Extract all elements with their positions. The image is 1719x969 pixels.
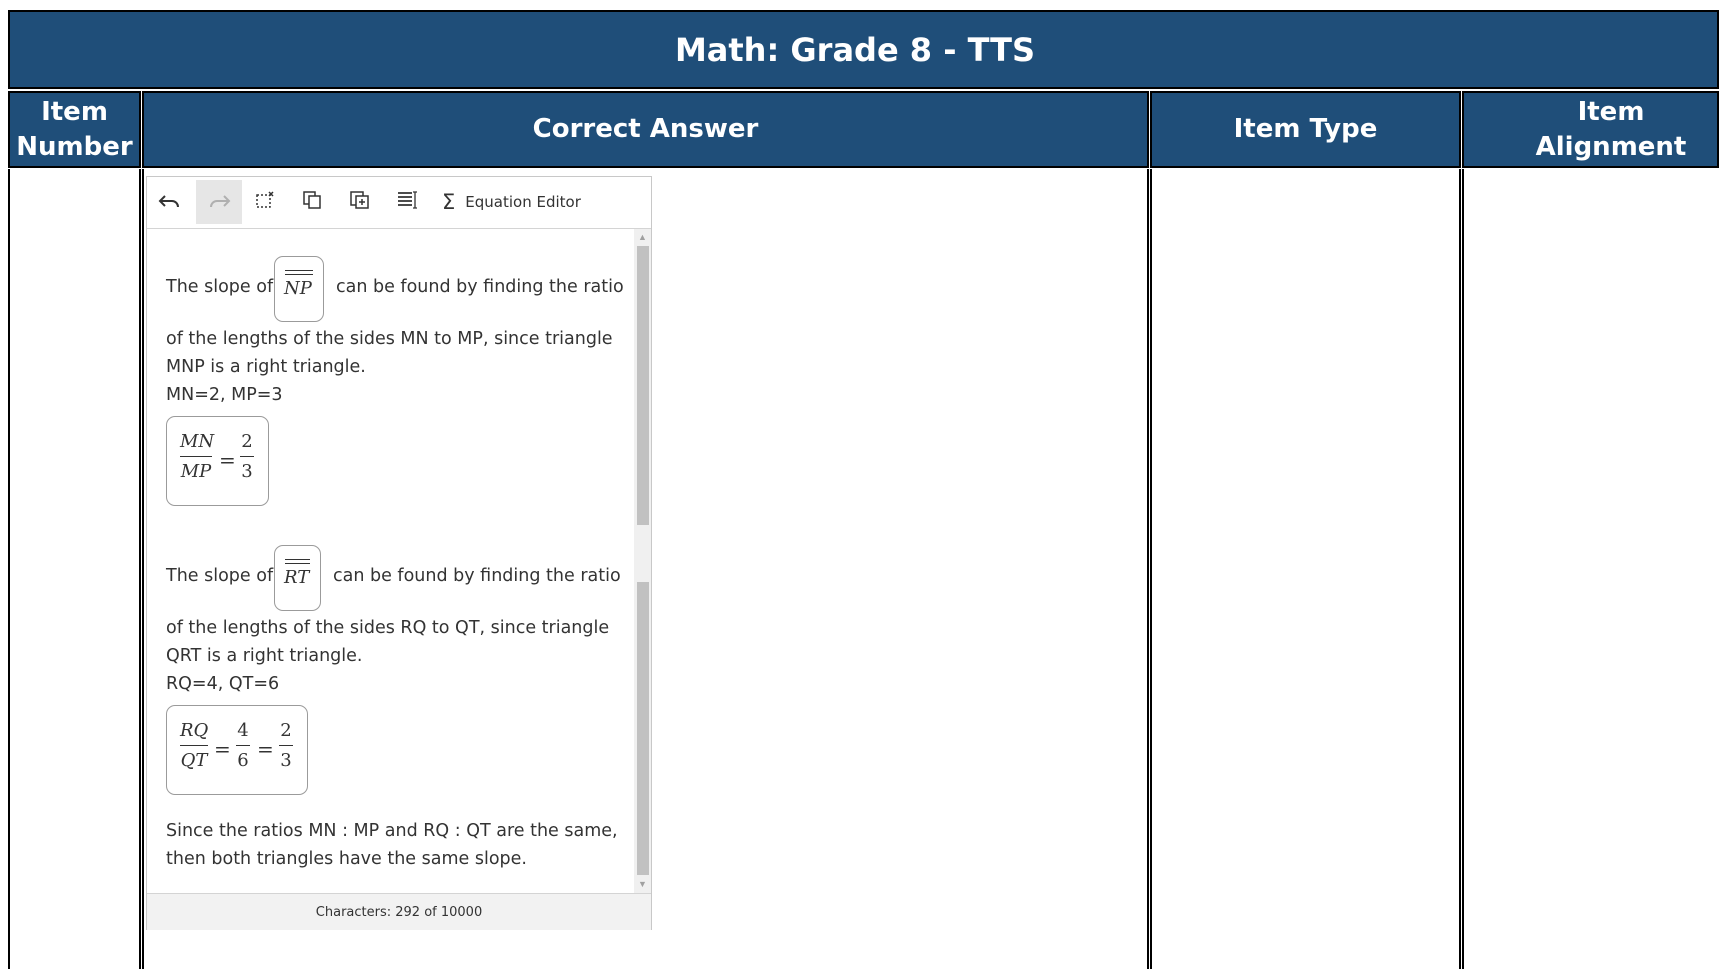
text-line: then both triangles have the same slope. <box>166 849 527 869</box>
header-item-type-text: Item Type <box>1233 114 1378 144</box>
overline-bar <box>285 563 310 564</box>
paste-icon <box>349 190 371 215</box>
cell-item-number <box>8 169 141 969</box>
sigma-icon: Σ <box>442 190 456 214</box>
fraction: RQ QT <box>180 720 208 771</box>
overline-bar <box>285 274 313 275</box>
header-item-alignment: Item Alignment <box>1462 91 1719 168</box>
fraction: 2 3 <box>240 431 254 482</box>
scroll-up-arrow-icon[interactable]: ▲ <box>634 229 651 245</box>
copy-icon <box>302 190 324 215</box>
equation-editor-label: Equation Editor <box>465 193 581 211</box>
text-line: can be found by finding the ratio <box>336 277 624 297</box>
editor-scrollbar[interactable]: ▲ ▼ <box>634 229 651 893</box>
page-title-text: Math: Grade 8 - TTS <box>674 30 1036 69</box>
paste-button[interactable] <box>337 180 383 224</box>
segment-label: RT <box>284 567 310 588</box>
denominator: 3 <box>280 750 292 771</box>
character-count: Characters: 292 of 10000 <box>147 893 651 930</box>
scrollbar-track-segment[interactable] <box>637 582 649 875</box>
fraction-bar <box>236 745 250 746</box>
numerator: 2 <box>241 431 253 452</box>
header-item-number-text: Item Number <box>16 96 133 162</box>
editor-toolbar: Σ Equation Editor <box>147 177 651 229</box>
equals-sign: = <box>219 448 236 472</box>
cut-icon <box>255 190 277 215</box>
header-item-alignment-text: Item Alignment <box>1535 96 1687 162</box>
text-line: QRT is a right triangle. <box>166 646 363 666</box>
character-count-text: Characters: 292 of 10000 <box>315 904 483 920</box>
fraction: 2 3 <box>279 720 293 771</box>
denominator: MP <box>180 461 212 482</box>
overline-bar <box>285 270 313 271</box>
equals-sign: = <box>257 737 274 761</box>
text-line: of the lengths of the sides MN to MP, si… <box>166 329 613 349</box>
text-line: MN=2, MP=3 <box>166 385 283 405</box>
undo-icon <box>158 190 182 214</box>
scroll-down-arrow-icon[interactable]: ▼ <box>634 876 651 892</box>
text-format-icon <box>396 190 418 215</box>
cut-button[interactable] <box>243 180 289 224</box>
text-line: can be found by finding the ratio <box>333 566 621 586</box>
page-title: Math: Grade 8 - TTS <box>8 10 1719 89</box>
fraction: MN MP <box>180 431 215 482</box>
text-line: The slope of <box>166 277 274 297</box>
text-line: Since the ratios MN : MP and RQ : QT are… <box>166 821 618 841</box>
redo-button[interactable] <box>196 180 242 224</box>
equation-editor-button[interactable]: Σ Equation Editor <box>442 180 581 224</box>
denominator: 6 <box>237 750 249 771</box>
numerator: 2 <box>280 720 292 741</box>
text-line: RQ=4, QT=6 <box>166 674 280 694</box>
denominator: 3 <box>241 461 253 482</box>
fraction: 4 6 <box>236 720 250 771</box>
text-line: MNP is a right triangle. <box>166 357 366 377</box>
redo-icon <box>207 190 231 214</box>
undo-button[interactable] <box>147 180 193 224</box>
numerator: 4 <box>237 720 249 741</box>
math-segment-rt[interactable]: RT <box>274 545 321 611</box>
format-button[interactable] <box>384 180 430 224</box>
segment-label: NP <box>284 278 312 299</box>
fraction-bar <box>180 456 212 457</box>
cell-item-type <box>1150 169 1461 969</box>
fraction-bar <box>180 745 208 746</box>
numerator: RQ <box>180 720 209 741</box>
numerator: MN <box>180 431 215 452</box>
overline-bar <box>285 559 310 560</box>
response-editor: Σ Equation Editor The slope of NP can be… <box>146 176 652 930</box>
text-line: of the lengths of the sides RQ to QT, si… <box>166 618 610 638</box>
fraction-bar <box>240 456 254 457</box>
scrollbar-thumb[interactable] <box>637 246 649 525</box>
math-fraction-2[interactable]: RQ QT = 4 6 = 2 3 <box>166 705 308 795</box>
copy-button[interactable] <box>290 180 336 224</box>
text-line: The slope of <box>166 566 274 586</box>
fraction-bar <box>279 745 293 746</box>
math-segment-np[interactable]: NP <box>274 256 324 322</box>
header-item-type: Item Type <box>1150 91 1461 168</box>
math-fraction-1[interactable]: MN MP = 2 3 <box>166 416 269 506</box>
cell-item-alignment <box>1462 169 1719 969</box>
denominator: QT <box>180 750 208 771</box>
header-item-number: Item Number <box>8 91 141 168</box>
editor-content[interactable]: The slope of NP can be found by finding … <box>147 229 634 893</box>
equals-sign: = <box>214 737 231 761</box>
header-correct-answer-text: Correct Answer <box>532 114 759 144</box>
header-correct-answer: Correct Answer <box>142 91 1149 168</box>
